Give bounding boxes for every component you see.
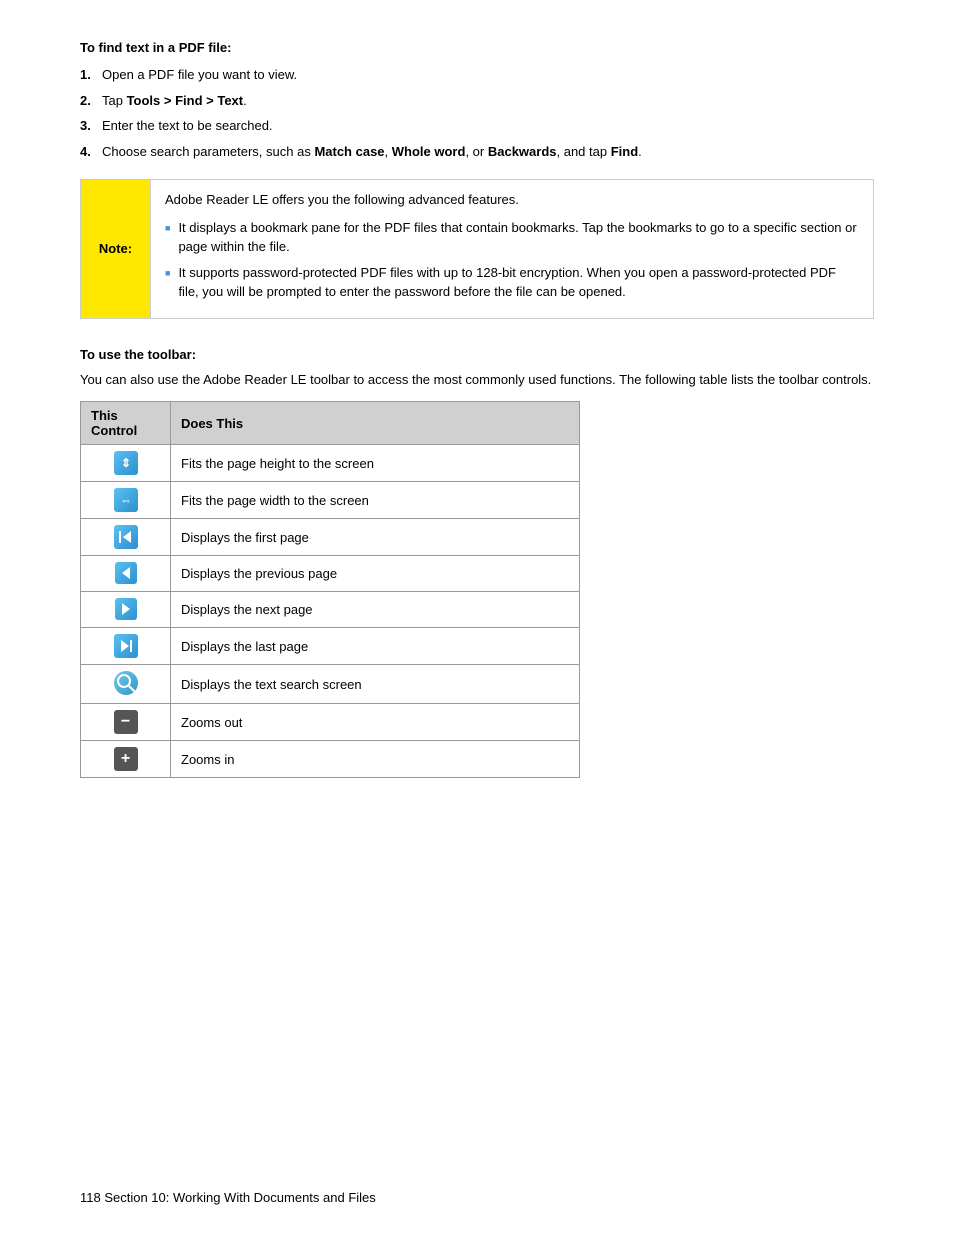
fit-width-icon: ⇔ xyxy=(114,488,138,512)
step-1-num: 1. xyxy=(80,65,102,85)
table-row: Displays the first page xyxy=(81,519,580,556)
step-3-num: 3. xyxy=(80,116,102,136)
note-bullets: It displays a bookmark pane for the PDF … xyxy=(165,218,859,302)
col-header-control: This Control xyxy=(81,402,171,445)
svg-text:⇔: ⇔ xyxy=(120,493,132,507)
footer-text: 118 Section 10: Working With Documents a… xyxy=(80,1190,376,1205)
step-2-text: Tap Tools > Find > Text. xyxy=(102,91,247,111)
step-2-num: 2. xyxy=(80,91,102,111)
find-text-section: To find text in a PDF file: 1. Open a PD… xyxy=(80,40,874,161)
toolbar-section: To use the toolbar: You can also use the… xyxy=(80,347,874,779)
icon-cell-prev-page xyxy=(81,556,171,592)
icon-cell-first-page xyxy=(81,519,171,556)
icon-cell-fit-width: ⇔ xyxy=(81,482,171,519)
first-page-icon xyxy=(114,525,138,549)
next-page-icon xyxy=(115,598,137,620)
prev-page-icon xyxy=(115,562,137,584)
step-2: 2. Tap Tools > Find > Text. xyxy=(80,91,874,111)
note-intro: Adobe Reader LE offers you the following… xyxy=(165,190,859,210)
step-4-text: Choose search parameters, such as Match … xyxy=(102,142,642,162)
table-row: ⇕ Fits the page height to the screen xyxy=(81,445,580,482)
find-text-heading: To find text in a PDF file: xyxy=(80,40,874,55)
icon-cell-fit-height: ⇕ xyxy=(81,445,171,482)
description-last-page: Displays the last page xyxy=(171,628,580,665)
toolbar-intro: You can also use the Adobe Reader LE too… xyxy=(80,370,874,390)
last-page-icon xyxy=(114,634,138,658)
step-1: 1. Open a PDF file you want to view. xyxy=(80,65,874,85)
icon-cell-zoom-in: + xyxy=(81,741,171,778)
steps-list: 1. Open a PDF file you want to view. 2. … xyxy=(80,65,874,161)
note-content: Adobe Reader LE offers you the following… xyxy=(151,180,873,318)
description-prev-page: Displays the previous page xyxy=(171,556,580,592)
table-row: Displays the last page xyxy=(81,628,580,665)
zoom-in-icon: + xyxy=(114,747,138,771)
zoom-out-icon: − xyxy=(114,710,138,734)
step-4-num: 4. xyxy=(80,142,102,162)
toolbar-table: This Control Does This ⇕ Fits the page h… xyxy=(80,401,580,778)
search-icon xyxy=(114,671,138,695)
page-footer: 118 Section 10: Working With Documents a… xyxy=(80,1190,376,1205)
col-header-does: Does This xyxy=(171,402,580,445)
note-bullet-2: It supports password-protected PDF files… xyxy=(165,263,859,302)
step-3: 3. Enter the text to be searched. xyxy=(80,116,874,136)
table-row: Displays the text search screen xyxy=(81,665,580,704)
table-header-row: This Control Does This xyxy=(81,402,580,445)
icon-cell-next-page xyxy=(81,592,171,628)
step-1-text: Open a PDF file you want to view. xyxy=(102,65,297,85)
note-box: Note: Adobe Reader LE offers you the fol… xyxy=(80,179,874,319)
step-4: 4. Choose search parameters, such as Mat… xyxy=(80,142,874,162)
description-zoom-in: Zooms in xyxy=(171,741,580,778)
description-zoom-out: Zooms out xyxy=(171,704,580,741)
step-3-text: Enter the text to be searched. xyxy=(102,116,273,136)
description-first-page: Displays the first page xyxy=(171,519,580,556)
note-label: Note: xyxy=(81,180,151,318)
toolbar-heading: To use the toolbar: xyxy=(80,347,874,362)
icon-cell-search xyxy=(81,665,171,704)
description-fit-height: Fits the page height to the screen xyxy=(171,445,580,482)
icon-cell-zoom-out: − xyxy=(81,704,171,741)
table-row: ⇔ Fits the page width to the screen xyxy=(81,482,580,519)
note-bullet-1: It displays a bookmark pane for the PDF … xyxy=(165,218,859,257)
description-next-page: Displays the next page xyxy=(171,592,580,628)
table-row: Displays the next page xyxy=(81,592,580,628)
fit-height-icon: ⇕ xyxy=(114,451,138,475)
icon-cell-last-page xyxy=(81,628,171,665)
description-search: Displays the text search screen xyxy=(171,665,580,704)
svg-text:⇕: ⇕ xyxy=(120,456,130,470)
table-row: Displays the previous page xyxy=(81,556,580,592)
table-row: + Zooms in xyxy=(81,741,580,778)
table-row: − Zooms out xyxy=(81,704,580,741)
description-fit-width: Fits the page width to the screen xyxy=(171,482,580,519)
